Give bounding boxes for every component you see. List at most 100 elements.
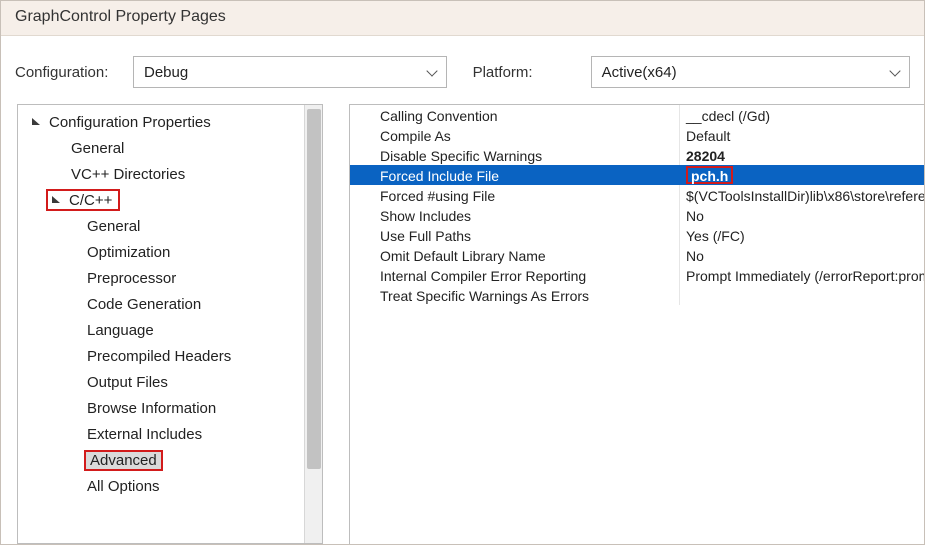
grid-cell-value — [680, 285, 924, 305]
grid-value-text: __cdecl (/Gd) — [686, 108, 770, 124]
tree-item-label: Code Generation — [84, 295, 204, 314]
tree-item[interactable]: External Includes — [22, 421, 304, 447]
tree-item-label: General — [68, 139, 127, 158]
configuration-value: Debug — [144, 64, 188, 81]
tree-item[interactable]: Optimization — [22, 239, 304, 265]
tree-item[interactable]: Language — [22, 317, 304, 343]
grid-cell-name: Use Full Paths — [350, 225, 680, 245]
grid-value-text: Prompt Immediately (/errorReport:prompt) — [686, 268, 924, 284]
expander-spacer — [66, 400, 82, 416]
main-area: Configuration Properties General VC++ Di… — [1, 102, 924, 544]
configuration-dropdown[interactable]: Debug — [133, 56, 447, 88]
grid-row[interactable]: Calling Convention __cdecl (/Gd) — [350, 105, 924, 125]
tree-item-label: Preprocessor — [84, 269, 179, 288]
tree-item[interactable]: All Options — [22, 473, 304, 499]
tree-item[interactable]: Browse Information — [22, 395, 304, 421]
tree-item[interactable]: Output Files — [22, 369, 304, 395]
tree-item[interactable]: Advanced — [22, 447, 304, 473]
expander-spacer — [66, 426, 82, 442]
chevron-down-icon — [891, 67, 901, 77]
tree-root[interactable]: Configuration Properties — [22, 109, 304, 135]
expander-spacer — [66, 348, 82, 364]
tree-item[interactable]: Precompiled Headers — [22, 343, 304, 369]
tree-item-general[interactable]: General — [22, 135, 304, 161]
grid-cell-value[interactable]: pch.h — [680, 165, 924, 185]
platform-value: Active(x64) — [602, 64, 677, 81]
grid-row[interactable]: Compile As Default — [350, 125, 924, 145]
highlight-box: C/C++ — [46, 189, 120, 211]
expander-spacer — [66, 244, 82, 260]
grid-cell-name: Disable Specific Warnings — [350, 145, 680, 165]
tree-item-ccpp[interactable]: C/C++ — [22, 187, 304, 213]
grid-cell-name: Treat Specific Warnings As Errors — [350, 285, 680, 305]
configuration-label: Configuration: — [15, 64, 123, 81]
grid-value-text: No — [686, 248, 704, 264]
grid-cell-name: Forced #using File — [350, 185, 680, 205]
grid-row[interactable]: Use Full PathsYes (/FC) — [350, 225, 924, 245]
grid-cell-value: No — [680, 245, 924, 265]
tree-item-label: All Options — [84, 477, 163, 496]
expander-spacer — [50, 166, 66, 182]
platform-label: Platform: — [473, 64, 581, 81]
expander-spacer — [66, 322, 82, 338]
tree-root-label: Configuration Properties — [46, 113, 214, 132]
grid-cell-name: Internal Compiler Error Reporting — [350, 265, 680, 285]
expander-spacer — [66, 452, 82, 468]
tree-item-label: Precompiled Headers — [84, 347, 234, 366]
tree-item-label: VC++ Directories — [68, 165, 188, 184]
tree-scrollbar[interactable] — [304, 105, 322, 543]
grid-row[interactable]: Forced #using File $(VCToolsInstallDir)li… — [350, 185, 924, 205]
grid-value-text: No — [686, 208, 704, 224]
config-bar: Configuration: Debug Platform: Active(x6… — [1, 36, 924, 102]
tree-item-label: External Includes — [84, 425, 205, 444]
expander-icon[interactable] — [28, 114, 44, 130]
tree-item-label: Output Files — [84, 373, 171, 392]
grid-cell-name: Omit Default Library Name — [350, 245, 680, 265]
grid-cell-name: Compile As — [350, 125, 680, 145]
grid-cell-name: Calling Convention — [350, 105, 680, 125]
grid-value-text: Default — [686, 128, 730, 144]
expander-icon[interactable] — [48, 192, 64, 208]
grid-value-text: 28204 — [686, 148, 725, 164]
grid-value-text: $(VCToolsInstallDir)lib\x86\store\refere… — [686, 188, 924, 204]
grid-row[interactable]: Treat Specific Warnings As Errors — [350, 285, 924, 305]
tree-item[interactable]: General — [22, 213, 304, 239]
expander-spacer — [66, 296, 82, 312]
property-pages-dialog: GraphControl Property Pages Configuratio… — [0, 0, 925, 545]
tree-item[interactable]: Preprocessor — [22, 265, 304, 291]
grid-row[interactable]: Omit Default Library Name No — [350, 245, 924, 265]
expander-spacer — [66, 218, 82, 234]
chevron-down-icon — [428, 67, 438, 77]
grid-cell-value: __cdecl (/Gd) — [680, 105, 924, 125]
grid-cell-value: Default — [680, 125, 924, 145]
expander-spacer — [50, 140, 66, 156]
tree-item-label: General — [84, 217, 143, 236]
grid-cell-value: $(VCToolsInstallDir)lib\x86\store\refere… — [680, 185, 924, 205]
tree-item-label: Optimization — [84, 243, 173, 262]
grid-row[interactable]: Internal Compiler Error Reporting Prompt … — [350, 265, 924, 285]
highlight-box: pch.h — [686, 166, 733, 184]
expander-spacer — [66, 270, 82, 286]
grid-cell-value: Prompt Immediately (/errorReport:prompt) — [680, 265, 924, 285]
grid-cell-name: Show Includes — [350, 205, 680, 225]
expander-spacer — [66, 374, 82, 390]
tree-item-vcdirs[interactable]: VC++ Directories — [22, 161, 304, 187]
grid-cell-name: Forced Include File — [350, 165, 680, 185]
property-grid[interactable]: Calling Convention__cdecl (/Gd)Compile A… — [350, 105, 924, 305]
grid-row[interactable]: Disable Specific Warnings 28204 — [350, 145, 924, 165]
property-grid-panel: Calling Convention__cdecl (/Gd)Compile A… — [349, 104, 924, 544]
tree-item-label: Browse Information — [84, 399, 219, 418]
grid-cell-value: No — [680, 205, 924, 225]
tree-item-label: Language — [84, 321, 157, 340]
window-title: GraphControl Property Pages — [1, 1, 924, 36]
tree-item-label: C/C++ — [66, 191, 115, 210]
grid-row[interactable]: Forced Include File pch.h — [350, 165, 924, 185]
grid-cell-value: 28204 — [680, 145, 924, 165]
grid-row[interactable]: Show Includes No — [350, 205, 924, 225]
platform-dropdown[interactable]: Active(x64) — [591, 56, 910, 88]
scrollbar-thumb[interactable] — [307, 109, 321, 469]
grid-cell-value: Yes (/FC) — [680, 225, 924, 245]
tree-panel: Configuration Properties General VC++ Di… — [17, 104, 323, 544]
tree[interactable]: Configuration Properties General VC++ Di… — [18, 105, 304, 543]
tree-item[interactable]: Code Generation — [22, 291, 304, 317]
